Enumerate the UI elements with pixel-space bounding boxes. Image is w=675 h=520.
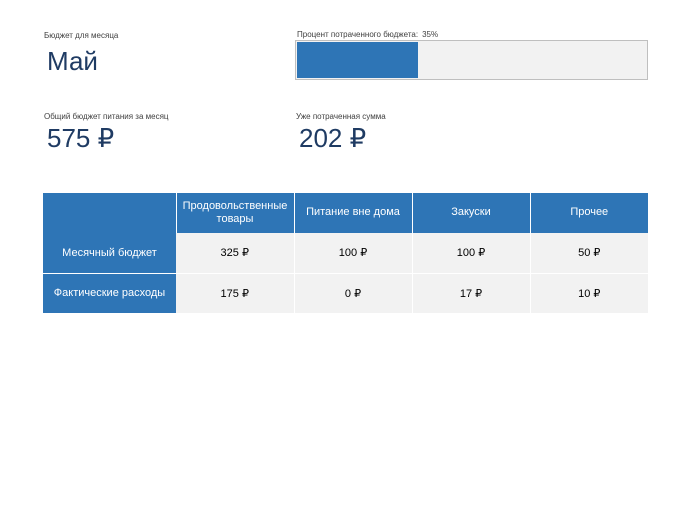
table-row: Фактические расходы 175 ₽ 0 ₽ 17 ₽ 10 ₽ xyxy=(43,273,648,314)
total-budget-value: 575 ₽ xyxy=(47,123,115,153)
table-cell: 100 ₽ xyxy=(294,233,413,274)
budget-percent-value: 35% xyxy=(422,30,439,39)
row-label-actual-expenses: Фактические расходы xyxy=(43,273,176,314)
table-cell: 175 ₽ xyxy=(176,273,295,314)
month-label: Бюджет для месяца xyxy=(44,31,119,40)
header-corner xyxy=(43,193,177,233)
table-cell: 10 ₽ xyxy=(530,273,648,314)
header-dining-out: Питание вне дома xyxy=(294,193,413,233)
table-cell: 17 ₽ xyxy=(412,273,531,314)
header-snacks: Закуски xyxy=(412,193,531,233)
spent-amount-label: Уже потраченная сумма xyxy=(296,112,386,121)
table-row: Месячный бюджет 325 ₽ 100 ₽ 100 ₽ 50 ₽ xyxy=(43,233,648,274)
table-header-row: Продовольственные товары Питание вне дом… xyxy=(43,193,648,233)
budget-table: Продовольственные товары Питание вне дом… xyxy=(43,193,648,314)
total-budget-label: Общий бюджет питания за месяц xyxy=(44,112,169,121)
budget-progress-fill xyxy=(297,42,418,78)
budget-progress-bar xyxy=(295,40,648,80)
table-cell: 100 ₽ xyxy=(412,233,531,274)
budget-percent-label-text: Процент потраченного бюджета: xyxy=(297,30,419,39)
table-cell: 325 ₽ xyxy=(176,233,295,274)
header-other: Прочее xyxy=(530,193,648,233)
spent-amount-value: 202 ₽ xyxy=(299,123,367,153)
month-value: Май xyxy=(47,46,98,76)
table-cell: 0 ₽ xyxy=(294,273,413,314)
budget-percent-label: Процент потраченного бюджета: 35% xyxy=(297,30,438,39)
row-label-monthly-budget: Месячный бюджет xyxy=(43,233,176,274)
header-groceries: Продовольственные товары xyxy=(176,193,295,233)
table-cell: 50 ₽ xyxy=(530,233,648,274)
